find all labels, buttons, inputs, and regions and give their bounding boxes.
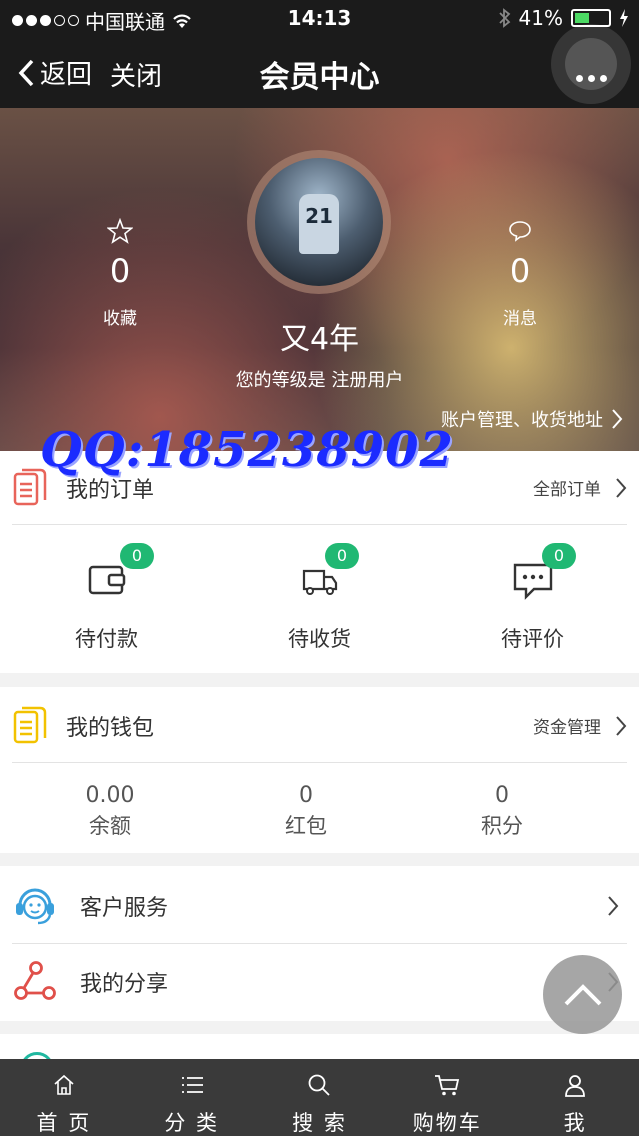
- wallet-value: 0: [495, 783, 509, 808]
- account-management-link[interactable]: 账户管理、收货地址: [441, 406, 623, 432]
- tab-label: 首 页: [36, 1111, 92, 1135]
- tab-label: 分 类: [164, 1111, 220, 1135]
- cart-icon: [435, 1075, 460, 1096]
- chevron-up-icon: [564, 983, 601, 1005]
- customer-service-row[interactable]: 客户服务: [12, 868, 627, 944]
- status-badge: 0: [325, 543, 359, 569]
- wallet-header[interactable]: 我的钱包 资金管理: [12, 689, 627, 763]
- avatar-jersey-number: 21: [299, 194, 339, 254]
- page-title: 会员中心: [259, 60, 380, 95]
- status-bar: 中国联通 14:13 41%: [0, 0, 639, 36]
- bluetooth-icon: [498, 8, 510, 28]
- tab-cart[interactable]: 购物车: [383, 1059, 511, 1136]
- wallet-value: 0.00: [85, 783, 135, 808]
- bottom-tab-bar: 首 页 分 类 搜 索 购物车 我: [0, 1059, 639, 1136]
- tab-home[interactable]: 首 页: [0, 1059, 128, 1136]
- order-status-pending-review[interactable]: 0 待评价: [426, 531, 639, 653]
- order-status-label: 待收货: [288, 627, 351, 651]
- avatar[interactable]: 21: [247, 150, 391, 294]
- favorites-stat[interactable]: 0 收藏: [60, 218, 180, 329]
- user-icon: [565, 1075, 585, 1097]
- nav-bar: 返回 关闭 会员中心: [0, 24, 639, 108]
- my-share-label: 我的分享: [80, 972, 169, 997]
- order-status-label: 待评价: [501, 627, 564, 651]
- battery-percent: 41%: [518, 6, 563, 30]
- orders-card: 我的订单 全部订单 0 待付款 0 待收货 0 待评价: [0, 451, 639, 673]
- wallet-icon: [88, 565, 125, 595]
- wallet-points[interactable]: 0 积分: [404, 783, 600, 840]
- message-bubble-icon: [509, 221, 531, 242]
- order-status-pending-payment[interactable]: 0 待付款: [0, 531, 213, 653]
- tab-category[interactable]: 分 类: [128, 1059, 256, 1136]
- wallet-label: 余额: [89, 814, 131, 838]
- list-icon: [181, 1077, 203, 1093]
- fund-management-link[interactable]: 资金管理: [533, 713, 627, 738]
- wallet-balance[interactable]: 0.00 余额: [12, 783, 208, 840]
- headset-icon: [16, 888, 54, 924]
- charging-icon: [620, 9, 628, 27]
- tab-label: 购物车: [412, 1111, 482, 1135]
- status-badge: 0: [120, 543, 154, 569]
- fund-management-label: 资金管理: [533, 718, 601, 738]
- username: 又4年: [279, 322, 360, 357]
- wallet-label: 红包: [285, 814, 327, 838]
- tab-me[interactable]: 我: [511, 1059, 639, 1136]
- order-status-label: 待付款: [75, 627, 138, 651]
- all-orders-label: 全部订单: [533, 480, 601, 500]
- wallet-title: 我的钱包: [66, 715, 155, 741]
- avatar-image: 21: [255, 158, 383, 286]
- messages-stat[interactable]: 0 消息: [460, 218, 580, 329]
- chevron-right-icon: [612, 409, 623, 429]
- scroll-to-top-button[interactable]: [543, 955, 622, 1034]
- home-icon: [54, 1074, 74, 1095]
- more-icon: [565, 38, 617, 90]
- wallet-red-packets[interactable]: 0 红包: [208, 783, 404, 840]
- status-badge: 0: [542, 543, 576, 569]
- wallet-document-icon: [13, 706, 47, 743]
- watermark-text: QQ:185238902: [40, 422, 454, 478]
- tab-label: 我: [563, 1111, 587, 1135]
- wallet-card: 我的钱包 资金管理 0.00 余额 0 红包 0 积分: [0, 687, 639, 853]
- wallet-value: 0: [299, 783, 313, 808]
- member-level: 您的等级是 注册用户: [235, 370, 404, 391]
- customer-service-label: 客户服务: [80, 895, 169, 921]
- more-menu-button[interactable]: [551, 24, 631, 104]
- chevron-right-icon: [616, 715, 627, 736]
- star-icon: [107, 218, 133, 244]
- my-share-row[interactable]: 我的分享: [12, 944, 627, 1020]
- account-management-label: 账户管理、收货地址: [441, 410, 603, 431]
- tab-label: 搜 索: [292, 1111, 347, 1135]
- favorites-count: 0: [109, 252, 131, 290]
- search-icon: [309, 1074, 331, 1096]
- tab-search[interactable]: 搜 索: [256, 1059, 384, 1136]
- share-icon: [14, 961, 56, 1000]
- chevron-right-icon: [608, 895, 619, 916]
- messages-count: 0: [509, 252, 531, 290]
- wallet-label: 积分: [481, 814, 523, 838]
- profile-header: 0 收藏 21 0 消息 又4年 您的等级是 注册用户 账户管理、收货地址: [0, 108, 639, 451]
- chevron-right-icon: [616, 477, 627, 498]
- order-status-pending-receipt[interactable]: 0 待收货: [213, 531, 426, 653]
- all-orders-link[interactable]: 全部订单: [533, 475, 627, 500]
